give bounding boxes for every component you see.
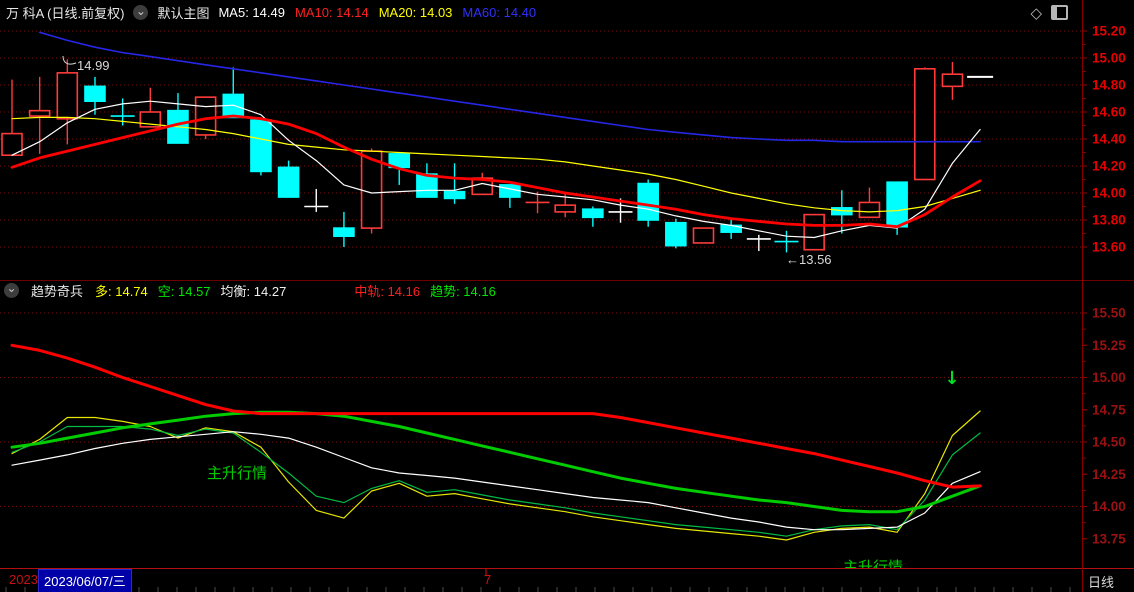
stock-terminal-window: 15.20 15.00 14.80 14.60 14.40 14.20 14.00 13.80… bbox=[0, 0, 1134, 592]
ma-lines bbox=[10, 31, 982, 239]
indicator-header: ⌄ 趋势奇兵 多: 14.74 空: 14.57 均衡: 14.27 中轨: 14.1… bbox=[0, 281, 1082, 299]
candle-body bbox=[803, 213, 825, 251]
y-axis-label: 15.00 bbox=[1092, 51, 1126, 66]
chevron-down-icon[interactable]: ⌄ bbox=[133, 5, 149, 20]
y-axis-label: 15.25 bbox=[1092, 338, 1126, 353]
indicator-line-空 bbox=[11, 425, 981, 537]
stock-title: 万 科A (日线.前复权) bbox=[6, 6, 125, 21]
y-axis-label: 14.60 bbox=[1092, 105, 1126, 120]
period-label[interactable]: 日线 bbox=[1088, 572, 1114, 591]
indicator-line-趋势 bbox=[10, 410, 982, 514]
y-axis-label: 14.50 bbox=[1092, 435, 1126, 450]
ma-value: MA10: 14.14 bbox=[294, 5, 369, 20]
indicator-value: 趋势: 14.16 bbox=[430, 283, 496, 299]
price-annotation: ←13.56 bbox=[786, 252, 832, 267]
y-axis-label: 14.40 bbox=[1092, 132, 1126, 147]
chevron-down-icon[interactable]: ⌄ bbox=[4, 282, 19, 298]
main-chart-type-label[interactable]: 默认主图 bbox=[157, 3, 209, 22]
y-axis-label: 13.75 bbox=[1092, 531, 1126, 546]
ma-legend: MA5: 14.49 MA10: 14.14 MA20: 14.03 MA60: 14… bbox=[218, 5, 536, 20]
candle-body bbox=[84, 85, 106, 102]
indicator-series bbox=[10, 343, 982, 541]
y-axis-label: 14.00 bbox=[1092, 186, 1126, 201]
diamond-icon[interactable]: ◇ bbox=[1030, 4, 1042, 22]
sell-signal-arrow-icon: ↓ bbox=[944, 368, 959, 389]
candle-body bbox=[28, 109, 51, 117]
y-axis-label: 15.20 bbox=[1092, 24, 1126, 39]
indicator-value: 空: 14.57 bbox=[157, 283, 211, 299]
ma-value: MA60: 14.40 bbox=[462, 5, 537, 20]
y-axis-label: 14.25 bbox=[1092, 467, 1126, 482]
year-label: 2023 bbox=[9, 572, 38, 587]
axis-month-label: 7 bbox=[484, 572, 492, 587]
candle-body bbox=[913, 68, 936, 181]
candle-body bbox=[554, 204, 577, 213]
indicator-phase-label: 主升行情 bbox=[207, 465, 267, 482]
candle-body bbox=[886, 181, 908, 228]
candle-body bbox=[665, 221, 687, 247]
candle-body bbox=[277, 166, 300, 198]
candle-body bbox=[443, 190, 466, 200]
y-axis-label: 13.80 bbox=[1092, 213, 1126, 228]
selected-date-box[interactable]: 2023/06/07/三 bbox=[38, 569, 132, 592]
y-axis-label: 14.20 bbox=[1092, 159, 1126, 174]
candle-body bbox=[941, 73, 964, 88]
y-axis-label: 14.00 bbox=[1092, 499, 1126, 514]
price-annotation: 14.99 bbox=[77, 58, 110, 73]
candle-body bbox=[692, 227, 715, 244]
candle-body bbox=[250, 119, 272, 173]
indicator-value: 多: 14.74 bbox=[95, 283, 148, 299]
y-axis-label: 13.60 bbox=[1092, 240, 1126, 255]
indicator-value: 均衡: 14.27 bbox=[220, 283, 287, 299]
ma-line-MA20 bbox=[11, 116, 981, 213]
time-axis-bar: 2023 2023/06/07/三 7 日线 bbox=[0, 569, 1134, 592]
y-axis-label: 14.75 bbox=[1092, 402, 1126, 417]
candle-body bbox=[637, 182, 659, 221]
candle-body bbox=[858, 201, 881, 219]
candle-body bbox=[582, 208, 604, 219]
indicator-line-均衡 bbox=[11, 431, 981, 531]
indicator-y-axis: 15.50 15.25 15.00 14.75 14.50 14.25 14.00 13.75 bbox=[1083, 306, 1126, 546]
candlesticks bbox=[1, 59, 964, 253]
main-y-axis: 15.20 15.00 14.80 14.60 14.40 14.20 14.00 13.80… bbox=[1083, 24, 1126, 255]
y-axis-label: 14.80 bbox=[1092, 78, 1126, 93]
indicator-line-中轨 bbox=[10, 343, 982, 489]
main-chart-header: 万 科A (日线.前复权) ⌄ 默认主图 MA5: 14.49 MA10: 14.… bbox=[0, 3, 1082, 22]
indicator-legend: 多: 14.74 空: 14.57 均衡: 14.27 中轨: 14.16 趋势: 14… bbox=[95, 281, 496, 300]
y-axis-label: 15.50 bbox=[1092, 306, 1126, 321]
candle-body bbox=[333, 227, 355, 238]
candle-body bbox=[499, 184, 521, 198]
indicator-gridlines bbox=[0, 312, 1082, 507]
candle-body bbox=[416, 173, 438, 198]
ma-value: MA5: 14.49 bbox=[218, 5, 285, 20]
indicator-value: 中轨: 14.16 bbox=[354, 283, 421, 299]
candle-body bbox=[56, 72, 79, 120]
ma-value: MA20: 14.03 bbox=[378, 5, 453, 20]
split-panel-icon[interactable] bbox=[1051, 5, 1068, 20]
indicator-name: 趋势奇兵 bbox=[31, 283, 84, 299]
y-axis-label: 15.00 bbox=[1092, 370, 1126, 385]
